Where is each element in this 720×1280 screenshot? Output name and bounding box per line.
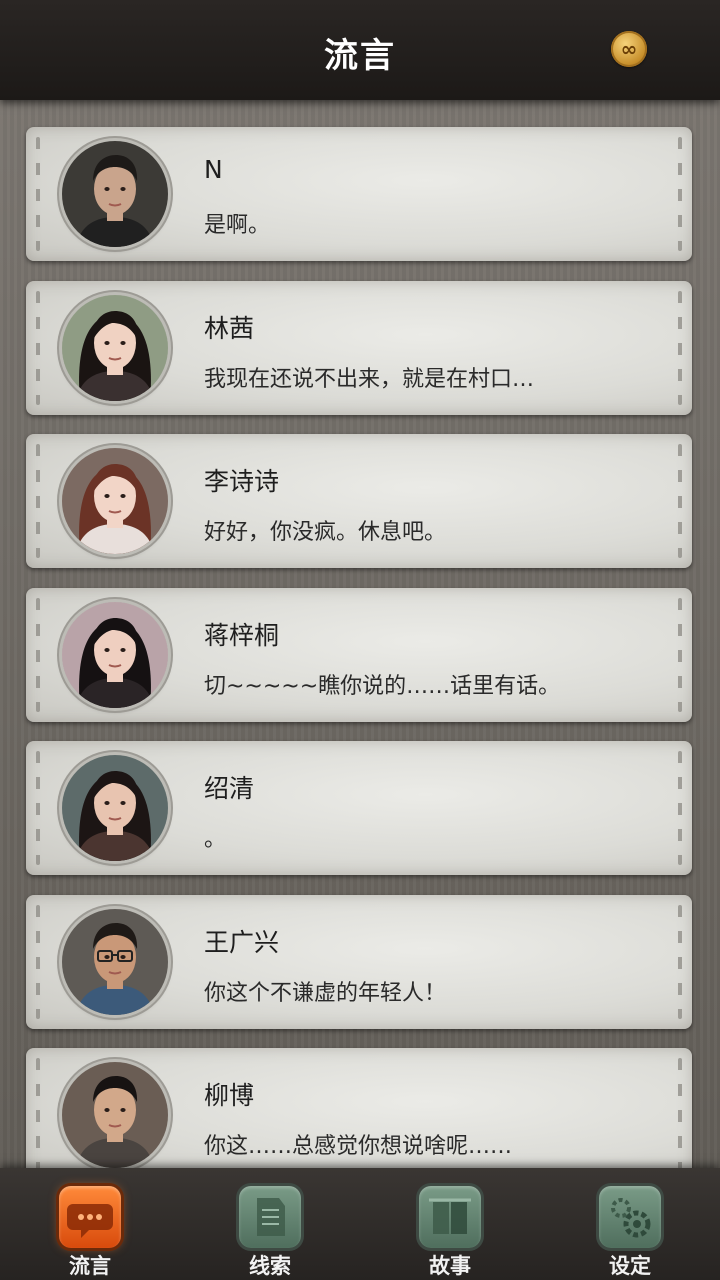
- card-stitch-right: [678, 904, 682, 1019]
- bottom-tab-bar: 流言 线索 故事 设定: [0, 1168, 720, 1280]
- message-card[interactable]: 李诗诗好好，你没疯。休息吧。: [26, 434, 692, 568]
- message-card[interactable]: 林茜我现在还说不出来，就是在村口…: [26, 280, 692, 415]
- tab-book[interactable]: 故事: [360, 1168, 540, 1280]
- tab-gear[interactable]: 设定: [540, 1168, 720, 1280]
- chat-bubble-icon: [59, 1186, 121, 1248]
- message-preview: 。: [204, 827, 227, 852]
- message-card[interactable]: N 是啊。: [26, 127, 692, 261]
- message-card[interactable]: 蒋梓桐切~~~~~瞧你说的……话里有话。: [26, 587, 692, 722]
- avatar[interactable]: [62, 1062, 168, 1168]
- tab-label: 故事: [429, 1253, 471, 1278]
- coin-infinity-icon[interactable]: ∞: [611, 31, 647, 67]
- avatar[interactable]: [62, 601, 168, 708]
- tab-notes[interactable]: 线索: [180, 1168, 360, 1280]
- card-stitch-right: [678, 1058, 682, 1168]
- sender-name: N: [204, 155, 223, 184]
- notes-icon: [239, 1186, 301, 1248]
- avatar[interactable]: [62, 908, 168, 1015]
- gear-icon: [599, 1186, 661, 1248]
- card-stitch-left: [36, 290, 40, 405]
- tab-label: 线索: [249, 1253, 291, 1278]
- avatar[interactable]: [62, 755, 168, 861]
- message-preview: 我现在还说不出来，就是在村口…: [204, 366, 535, 392]
- sender-name: 林茜: [204, 313, 255, 343]
- sender-name: 王广兴: [204, 927, 280, 957]
- message-preview: 是啊。: [204, 213, 271, 238]
- app-header: 流言 ∞: [0, 0, 720, 100]
- card-stitch-left: [36, 137, 40, 251]
- message-preview: 好好，你没疯。休息吧。: [204, 520, 447, 545]
- avatar[interactable]: [62, 448, 168, 554]
- book-icon: [419, 1186, 481, 1248]
- card-stitch-right: [678, 597, 682, 712]
- message-card[interactable]: 王广兴你这个不谦虚的年轻人！: [26, 894, 692, 1029]
- card-stitch-right: [678, 290, 682, 405]
- message-preview: 你这……总感觉你想说啥呢……: [204, 1134, 513, 1159]
- sender-name: 李诗诗: [204, 467, 280, 496]
- avatar[interactable]: [62, 141, 168, 247]
- avatar[interactable]: [62, 294, 168, 401]
- card-stitch-left: [36, 904, 40, 1019]
- tab-label: 流言: [69, 1253, 111, 1278]
- card-stitch-left: [36, 444, 40, 558]
- card-stitch-left: [36, 1058, 40, 1168]
- sender-name: 绍清: [204, 774, 255, 803]
- tab-chat-bubble[interactable]: 流言: [0, 1168, 180, 1280]
- message-preview: 切~~~~~瞧你说的……话里有话。: [204, 673, 561, 699]
- message-preview: 你这个不谦虚的年轻人！: [204, 980, 447, 1006]
- card-stitch-left: [36, 751, 40, 865]
- message-card[interactable]: 绍清。: [26, 741, 692, 875]
- card-stitch-right: [678, 137, 682, 251]
- tab-label: 设定: [609, 1253, 651, 1278]
- message-list[interactable]: N 是啊。林茜我现在还说不出来，就是在村口… 李诗诗好好，你没疯。休息吧。蒋梓桐切~…: [0, 100, 720, 1168]
- message-card[interactable]: 柳博你这……总感觉你想说啥呢……: [26, 1048, 692, 1168]
- coin-symbol: ∞: [620, 37, 638, 61]
- sender-name: 柳博: [204, 1081, 255, 1110]
- card-stitch-right: [678, 751, 682, 865]
- card-stitch-right: [678, 444, 682, 558]
- sender-name: 蒋梓桐: [204, 620, 280, 650]
- card-stitch-left: [36, 597, 40, 712]
